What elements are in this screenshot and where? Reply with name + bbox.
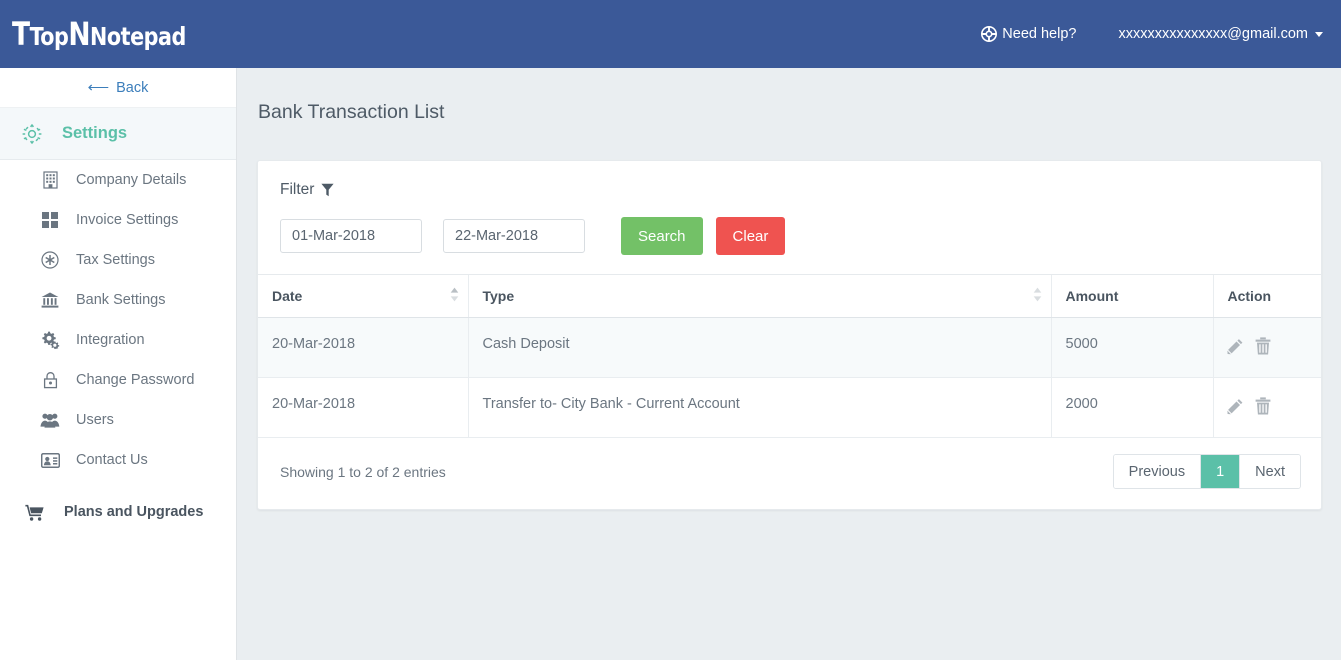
pagination-page-1[interactable]: 1: [1201, 455, 1241, 488]
sidebar-item-tax-settings[interactable]: Tax Settings: [0, 240, 236, 280]
cell-action: [1213, 317, 1322, 378]
column-header-date[interactable]: Date: [258, 275, 469, 318]
sidebar-item-plans-and-upgrades[interactable]: Plans and Upgrades: [0, 492, 236, 532]
cell-amount: 5000: [1051, 317, 1214, 378]
row-action-group: [1226, 336, 1322, 359]
sidebar-item-label: Integration: [76, 332, 145, 348]
sidebar-item-contact-us[interactable]: Contact Us: [0, 440, 236, 480]
column-header-action: Action: [1213, 275, 1321, 318]
grid-squares-icon: [40, 212, 60, 228]
caret-down-icon: [1315, 31, 1323, 37]
table-header-row: Date Type Amount Action: [258, 275, 1321, 318]
cell-type: Cash Deposit: [468, 317, 1052, 378]
need-help-label: Need help?: [1002, 26, 1077, 42]
bank-icon: [40, 292, 60, 308]
pagination-next[interactable]: Next: [1240, 455, 1300, 488]
user-email-label: xxxxxxxxxxxxxxx@gmail.com: [1118, 26, 1308, 42]
lock-icon: [40, 371, 60, 389]
sidebar-item-label: Change Password: [76, 372, 195, 388]
sidebar-item-integration[interactable]: Integration: [0, 320, 236, 360]
column-label: Type: [482, 288, 515, 304]
table-footer: Showing 1 to 2 of 2 entries Previous 1 N…: [258, 438, 1321, 509]
logo-letter-t: T: [12, 15, 30, 53]
sidebar-item-users[interactable]: Users: [0, 400, 236, 440]
users-icon: [40, 412, 60, 428]
filter-section-header: Filter: [258, 161, 1321, 199]
building-icon: [40, 171, 60, 189]
arrow-left-icon: ⟵: [87, 79, 110, 96]
page-title: Bank Transaction List: [258, 101, 445, 123]
table-header: Date Type Amount Action: [258, 275, 1321, 318]
sidebar-item-label: Bank Settings: [76, 292, 166, 308]
sidebar-item-label: Contact Us: [76, 452, 148, 468]
gear-icon: [20, 122, 44, 146]
bank-transaction-card: Filter Search Clear Date: [257, 160, 1322, 510]
logo-text-notepad: Notepad: [90, 22, 186, 51]
cell-date: 20-Mar-2018: [258, 317, 469, 378]
sort-icon: [1033, 287, 1042, 305]
funnel-icon[interactable]: [321, 183, 335, 197]
search-button[interactable]: Search: [621, 217, 703, 255]
need-help-link[interactable]: Need help?: [981, 26, 1076, 42]
to-date-input[interactable]: [443, 219, 585, 253]
pencil-icon[interactable]: [1226, 398, 1244, 419]
logo-text-top: Top: [29, 22, 69, 51]
asterisk-circle-icon: [40, 251, 60, 269]
cell-action: [1213, 377, 1322, 438]
sidebar-item-bank-settings[interactable]: Bank Settings: [0, 280, 236, 320]
from-date-input[interactable]: [280, 219, 422, 253]
sidebar-item-label: Invoice Settings: [76, 212, 179, 228]
sort-icon: [450, 287, 459, 305]
sidebar-item-invoice-settings[interactable]: Invoice Settings: [0, 200, 236, 240]
table-body: 20-Mar-2018 Cash Deposit 5000 20-Mar-201…: [258, 317, 1322, 438]
header-right-group: Need help? xxxxxxxxxxxxxxx@gmail.com: [981, 26, 1323, 42]
shopping-cart-icon: [24, 504, 46, 521]
trash-icon[interactable]: [1255, 337, 1271, 359]
contact-card-icon: [40, 452, 60, 468]
row-action-group: [1226, 396, 1322, 419]
column-header-amount: Amount: [1051, 275, 1214, 318]
clear-button[interactable]: Clear: [715, 217, 786, 255]
back-label: Back: [116, 79, 149, 96]
cell-amount: 2000: [1051, 377, 1214, 438]
pagination-previous[interactable]: Previous: [1113, 455, 1202, 488]
logo-letter-n: N: [68, 15, 91, 53]
pagination: Previous 1 Next: [1112, 454, 1301, 489]
transactions-table: Date Type Amount Action 20-Mar-2018 Cash…: [258, 275, 1321, 438]
filter-controls-row: Search Clear: [258, 199, 1321, 275]
column-header-type[interactable]: Type: [468, 275, 1052, 318]
showing-entries-label: Showing 1 to 2 of 2 entries: [280, 463, 446, 480]
sidebar-item-label: Company Details: [76, 172, 187, 188]
lifebuoy-icon: [981, 26, 998, 42]
cell-type: Transfer to- City Bank - Current Account: [468, 377, 1052, 438]
cell-date: 20-Mar-2018: [258, 377, 469, 438]
column-label: Action: [1227, 288, 1272, 304]
column-label: Date: [272, 288, 303, 304]
table-row: 20-Mar-2018 Transfer to- City Bank - Cur…: [258, 377, 1322, 438]
main-content-area: Bank Transaction List Filter Search Clea…: [237, 68, 1341, 660]
sidebar-item-change-password[interactable]: Change Password: [0, 360, 236, 400]
left-sidebar: ⟵ Back Settings Company Details Invoice …: [0, 68, 237, 660]
top-header-bar: TTopNNotepad Need help? xxxxxxxxxxxxxxx@…: [0, 0, 1341, 68]
app-logo[interactable]: TTopNNotepad: [12, 15, 186, 53]
filter-label: Filter: [280, 181, 315, 198]
column-label: Amount: [1065, 288, 1119, 304]
table-row: 20-Mar-2018 Cash Deposit 5000: [258, 317, 1322, 378]
sidebar-back-link[interactable]: ⟵ Back: [0, 68, 236, 108]
settings-label: Settings: [62, 124, 128, 142]
sidebar-item-label: Plans and Upgrades: [64, 504, 204, 520]
sidebar-item-label: Tax Settings: [76, 252, 155, 268]
user-account-menu[interactable]: xxxxxxxxxxxxxxx@gmail.com: [1118, 26, 1323, 42]
sidebar-item-label: Users: [76, 412, 114, 428]
sidebar-item-settings[interactable]: Settings: [0, 108, 236, 160]
gears-icon: [40, 331, 60, 349]
sidebar-item-company-details[interactable]: Company Details: [0, 160, 236, 200]
pencil-icon[interactable]: [1226, 338, 1244, 359]
trash-icon[interactable]: [1255, 397, 1271, 419]
